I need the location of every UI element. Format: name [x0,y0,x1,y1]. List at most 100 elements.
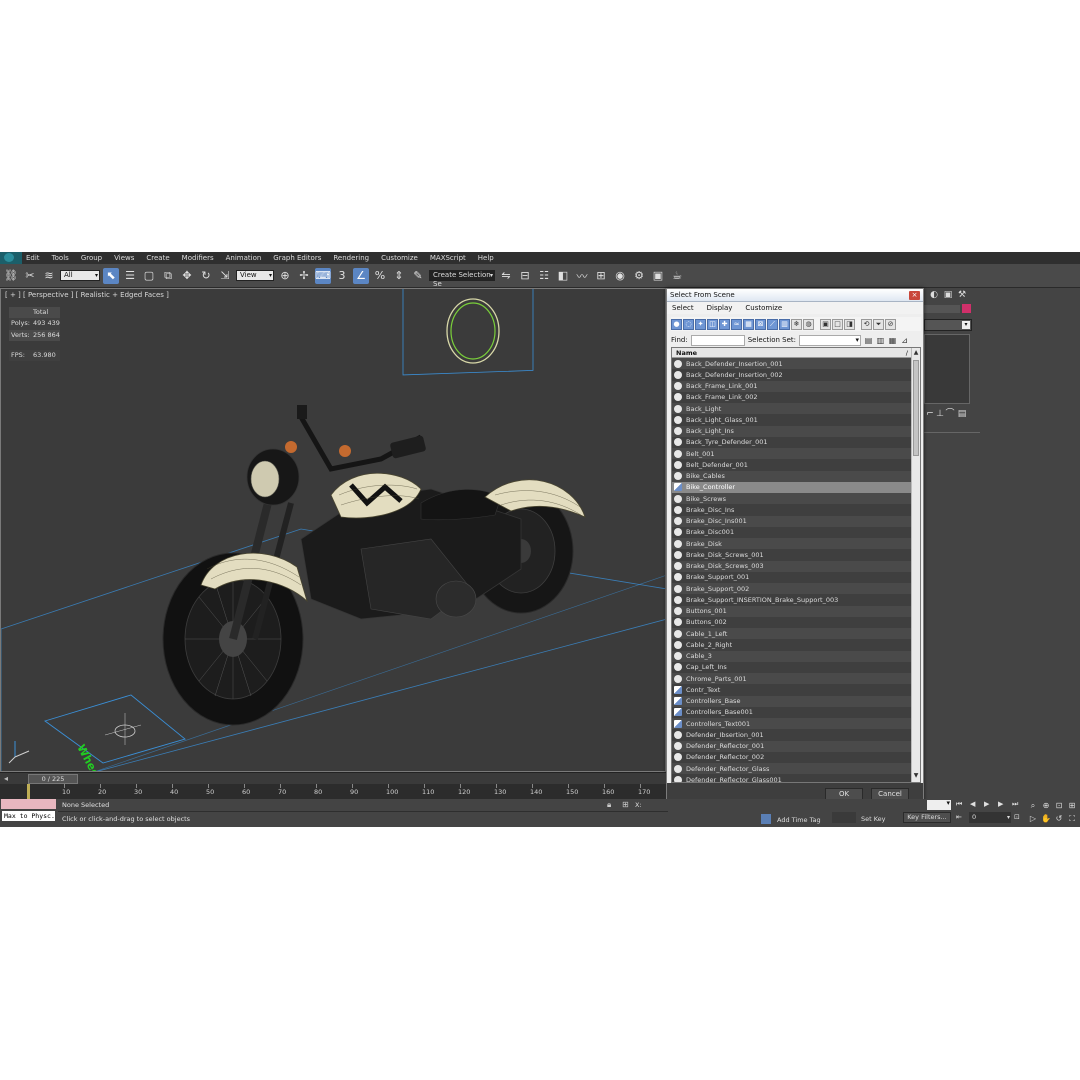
list-scrollbar[interactable]: ▲ ▼ [911,348,920,782]
keyboard-shortcut-override-icon[interactable]: ⌨ [315,267,331,284]
make-unique-icon[interactable]: ⌒ [944,408,956,420]
list-item[interactable]: Brake_Disk [672,538,912,550]
spinner-snap-icon[interactable]: ⇕ [391,268,407,284]
field-of-view-icon[interactable]: ▷ [1028,814,1038,824]
zoom-all-icon[interactable]: ⊕ [1041,801,1051,811]
object-color-swatch[interactable] [962,304,971,313]
viewport-label[interactable]: [ + ] [ Perspective ] [ Realistic + Edge… [5,291,169,299]
select-none-icon[interactable]: ▥ [876,336,885,345]
modifier-stack[interactable] [924,334,970,404]
list-item[interactable]: Controllers_Base [672,695,912,707]
list-item[interactable]: Cable_1_Left [672,628,912,640]
list-item[interactable]: Bike_Cables [672,470,912,482]
modifier-list-dropdown[interactable]: ▾ [924,319,972,331]
list-item[interactable]: Cap_Left_Ins [672,661,912,673]
menu-help[interactable]: Help [474,254,502,262]
selection-set-dropdown[interactable] [799,334,862,346]
previous-frame-icon[interactable]: ◀ [970,800,975,808]
menu-group[interactable]: Group [77,254,110,262]
list-item[interactable]: Back_Light_Ins [672,425,912,437]
select-all-icon[interactable]: ▤ [864,336,873,345]
display-none-icon[interactable]: □ [832,318,843,330]
pivot-center-icon[interactable]: ⊕ [277,268,293,284]
display-xrefs-icon[interactable]: ⊠ [755,318,766,330]
display-panel-icon[interactable]: ◐ [928,289,940,301]
orbit-icon[interactable]: ↺ [1054,814,1064,824]
display-bones-icon[interactable]: ⟋ [767,318,778,330]
list-item[interactable]: Controllers_Base001 [672,706,912,718]
find-case-icon[interactable]: ⊿ [900,336,909,345]
rendered-frame-window-icon[interactable]: ▣ [650,268,666,284]
list-item[interactable]: Cable_2_Right [672,639,912,651]
menu-graph-editors[interactable]: Graph Editors [269,254,329,262]
mirror-icon[interactable]: ⇋ [498,268,514,284]
snaps-toggle-icon[interactable]: 3 [334,268,350,284]
maxscript-listener-input[interactable]: Max to Physc. [1,810,56,822]
list-item[interactable]: Back_Defender_Insertion_002 [672,369,912,381]
bind-space-warp-icon[interactable]: ≋ [41,268,57,284]
list-item[interactable]: Contr_Text [672,684,912,696]
list-item[interactable]: Brake_Support_002 [672,583,912,595]
list-item[interactable]: Back_Light [672,403,912,415]
list-item[interactable]: Belt_001 [672,448,912,460]
list-item[interactable]: Cable_3 [672,650,912,662]
select-by-name-icon[interactable]: ☰ [122,268,138,284]
list-item[interactable]: Defender_Reflector_002 [672,751,912,763]
scrollbar-thumb[interactable] [913,360,919,456]
window-crossing-icon[interactable]: ⧉ [160,268,176,284]
key-filters-button[interactable]: Key Filters... [903,812,951,823]
display-geometry-icon[interactable]: ● [671,318,682,330]
menu-views[interactable]: Views [110,254,142,262]
go-to-end-icon[interactable]: ⏭ [1012,800,1018,809]
dialog-menu-select[interactable]: Select [667,304,702,312]
list-item[interactable]: Bike_Screws [672,493,912,505]
play-icon[interactable]: ▶ [984,800,989,808]
application-logo-icon[interactable] [0,252,22,264]
configure-modifier-sets-icon[interactable]: ▤ [956,408,968,420]
dialog-menu-display[interactable]: Display [702,304,741,312]
display-space-warps-icon[interactable]: ≈ [731,318,742,330]
zoom-extents-all-icon[interactable]: ⊞ [1067,801,1077,811]
selected-key-dropdown[interactable] [927,799,951,810]
zoom-extents-icon[interactable]: ⊡ [1054,801,1064,811]
display-helpers-icon[interactable]: ✚ [719,318,730,330]
key-mode-icon[interactable]: ⇤ [956,813,962,821]
list-item[interactable]: Brake_Disc_Ins [672,504,912,516]
unlink-icon[interactable]: ✂ [22,268,38,284]
select-manipulate-icon[interactable]: ✢ [296,268,312,284]
current-frame-field[interactable]: 0 ▾ [969,812,1011,823]
list-item[interactable]: Brake_Support_INSERTION_Brake_Support_00… [672,594,912,606]
current-frame-marker[interactable] [27,784,30,799]
display-containers-icon[interactable]: ▥ [779,318,790,330]
invert-display-icon[interactable]: ◨ [844,318,855,330]
time-configuration-icon[interactable]: ⊡ [1014,813,1020,821]
list-item[interactable]: Brake_Disk_Screws_001 [672,549,912,561]
list-item[interactable]: Brake_Disc001 [672,526,912,538]
display-frozen-icon[interactable]: ❄ [791,318,802,330]
go-to-start-icon[interactable]: ⏮ [956,800,962,809]
filter-funnel-icon[interactable]: ⏷ [873,318,884,330]
clear-filter-icon[interactable]: ⊘ [885,318,896,330]
utilities-hammer-icon[interactable]: ⚒ [956,289,968,301]
list-item[interactable]: Brake_Disk_Screws_003 [672,560,912,572]
curve-editor-icon[interactable]: 〰 [574,268,590,284]
utilities-camera-icon[interactable]: ▣ [942,289,954,301]
name-column-header[interactable]: Name / [672,348,920,358]
percent-snap-icon[interactable]: % [372,268,388,284]
time-slider[interactable]: 0 / 225 [28,774,78,784]
display-lights-icon[interactable]: ✦ [695,318,706,330]
menu-tools[interactable]: Tools [48,254,77,262]
display-all-icon[interactable]: ▣ [820,318,831,330]
material-editor-icon[interactable]: ◉ [612,268,628,284]
track-bar[interactable]: 10 20 30 40 50 60 70 80 90 100 110 120 130 140 150 160 1… [0,784,666,799]
edit-named-selection-icon[interactable]: ✎ [410,268,426,284]
display-shapes-icon[interactable]: ◌ [683,318,694,330]
scroll-up-icon[interactable]: ▲ [912,349,920,358]
time-slider-left-arrow-icon[interactable]: ◂ [4,774,8,783]
list-item[interactable]: Belt_Defender_001 [672,459,912,471]
display-hidden-icon[interactable]: ◍ [803,318,814,330]
listener-output-line[interactable] [1,799,56,809]
list-item[interactable]: Back_Frame_Link_001 [672,380,912,392]
maximize-viewport-icon[interactable]: ⛶ [1067,814,1077,824]
menu-edit[interactable]: Edit [22,254,48,262]
